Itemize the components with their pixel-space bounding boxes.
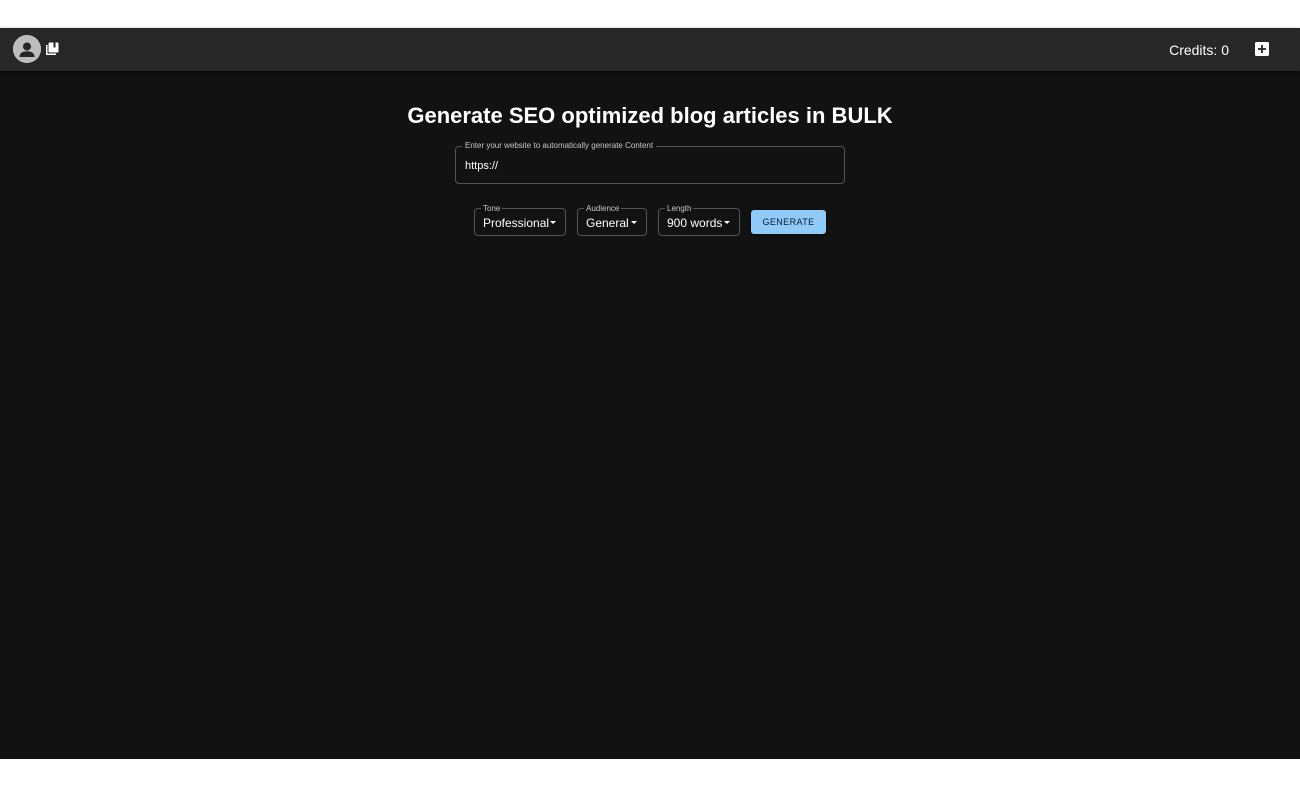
library-books-icon[interactable] [44,41,60,57]
audience-label: Audience [584,204,622,213]
credits-counter: Credits: 0 [1169,42,1229,58]
add-box-icon[interactable] [1255,42,1269,56]
avatar[interactable] [13,35,41,63]
length-select[interactable]: Length 900 words [658,204,740,236]
chevron-down-icon [631,221,637,224]
website-url-input[interactable]: Enter your website to automatically gene… [455,141,845,184]
website-url-label: Enter your website to automatically gene… [462,141,657,151]
audience-select[interactable]: Audience General [577,204,647,236]
length-label: Length [665,204,694,213]
audience-value: General [586,216,629,230]
tone-select[interactable]: Tone Professional [474,204,566,236]
tone-label: Tone [481,204,503,213]
length-value: 900 words [667,216,723,230]
page-title: Generate SEO optimized blog articles in … [407,103,893,128]
top-app-bar: Credits: 0 [0,28,1300,71]
app-window: Credits: 0 Generate SEO optimized blog a… [0,28,1300,759]
website-url-value[interactable]: https:// [465,159,498,173]
tone-value: Professional [483,216,550,230]
generate-button[interactable]: GENERATE [751,210,826,234]
person-icon [13,35,41,63]
chevron-down-icon [724,221,730,224]
chevron-down-icon [550,221,556,224]
